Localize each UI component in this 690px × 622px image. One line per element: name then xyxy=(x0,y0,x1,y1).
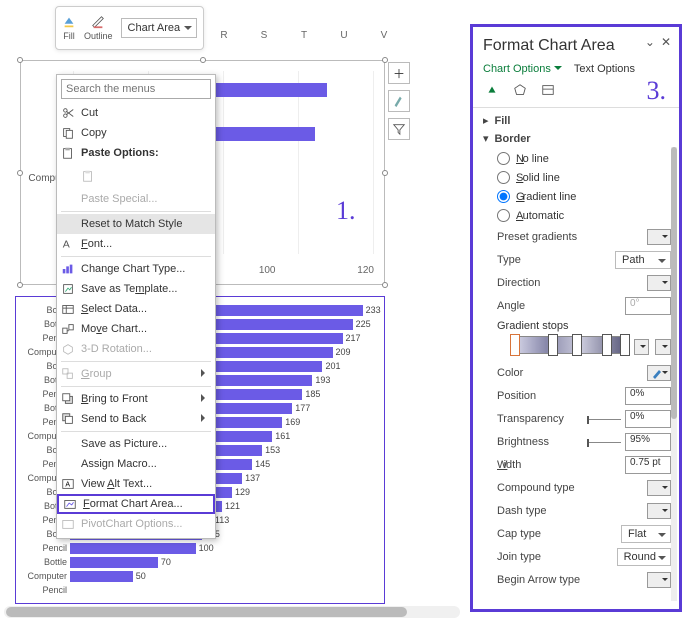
pane-scrollbar[interactable] xyxy=(671,147,677,601)
menu-paste-options-[interactable]: Paste Options: xyxy=(57,143,215,163)
direction-picker[interactable] xyxy=(647,275,671,291)
menu-search-input[interactable] xyxy=(61,79,211,99)
menu--d-rotation-: 3-D Rotation... xyxy=(57,339,215,359)
dash-type-picker[interactable] xyxy=(647,503,671,519)
position-input[interactable]: 0% xyxy=(625,387,671,405)
outline-label: Outline xyxy=(84,31,113,41)
bar-row: Pencil xyxy=(16,583,384,597)
format-pane: ⌄ ✕ Format Chart Area Chart Options Text… xyxy=(470,24,682,612)
preset-gradients-picker[interactable] xyxy=(647,229,671,245)
menu-font-[interactable]: AFont... xyxy=(57,234,215,254)
gradient-line-radio[interactable] xyxy=(497,190,510,203)
width-input[interactable]: 0.75 pt xyxy=(625,456,671,474)
fill-line-icon[interactable] xyxy=(485,83,499,97)
menu-cut[interactable]: Cut xyxy=(57,103,215,123)
menu-save-as-template-[interactable]: Save as Template... xyxy=(57,279,215,299)
effects-icon[interactable] xyxy=(513,83,527,97)
menu-format-chart-area-[interactable]: Format Chart Area... xyxy=(57,494,215,514)
menu-view-alt-text-[interactable]: AView Alt Text... xyxy=(57,474,215,494)
chart-mini-toolbar: Fill Outline Chart Area xyxy=(55,6,204,50)
no-line-radio[interactable] xyxy=(497,152,510,165)
chart-element-combo[interactable]: Chart Area xyxy=(121,18,197,38)
menu-move-chart-[interactable]: Move Chart... xyxy=(57,319,215,339)
pane-close-icon[interactable]: ✕ xyxy=(661,35,671,49)
chart-side-buttons: ＋ xyxy=(388,62,410,140)
brightness-input[interactable]: 95% xyxy=(625,433,671,451)
menu-save-as-picture-[interactable]: Save as Picture... xyxy=(57,434,215,454)
context-menu: CutCopyPaste Options: Paste Special... Res… xyxy=(56,74,216,539)
menu-send-to-back[interactable]: Send to Back xyxy=(57,409,215,429)
chart-elements-icon[interactable]: ＋ xyxy=(388,62,410,84)
join-type-combo[interactable]: Round xyxy=(617,548,671,566)
annotation-1: 1. xyxy=(336,196,356,226)
menu-group: Group xyxy=(57,364,215,384)
solid-line-radio[interactable] xyxy=(497,171,510,184)
pane-options-icon[interactable]: ⌄ xyxy=(645,35,655,49)
remove-stop-icon[interactable] xyxy=(655,339,671,355)
fill-button[interactable]: Fill xyxy=(62,15,76,41)
menu-paste-icon[interactable] xyxy=(57,163,215,189)
menu-change-chart-type-[interactable]: Change Chart Type... xyxy=(57,259,215,279)
bar-row: Bottle70 xyxy=(16,555,384,569)
svg-text:A: A xyxy=(65,482,70,489)
gradient-stops-slider[interactable] xyxy=(511,336,628,354)
bar-row: Pencil100 xyxy=(16,541,384,555)
compound-type-picker[interactable] xyxy=(647,480,671,496)
menu-paste-special-: Paste Special... xyxy=(57,189,215,209)
pane-title: Format Chart Area xyxy=(483,37,671,55)
menu-pivotchart-options-: PivotChart Options... xyxy=(57,514,215,534)
fill-label: Fill xyxy=(63,31,75,41)
angle-input: 0° xyxy=(625,297,671,315)
begin-arrow-picker[interactable] xyxy=(647,572,671,588)
menu-assign-macro-[interactable]: Assign Macro... xyxy=(57,454,215,474)
fill-section[interactable]: ▸Fill xyxy=(483,114,671,127)
menu-select-data-[interactable]: Select Data... xyxy=(57,299,215,319)
color-picker[interactable] xyxy=(647,365,671,381)
annotation-3: 3. xyxy=(647,76,667,106)
chart-styles-icon[interactable] xyxy=(388,90,410,112)
menu-bring-to-front[interactable]: Bring to Front xyxy=(57,389,215,409)
chart-filter-icon[interactable] xyxy=(388,118,410,140)
svg-text:A: A xyxy=(63,239,70,251)
gradient-type-combo[interactable]: Path xyxy=(615,251,671,269)
cap-type-combo[interactable]: Flat xyxy=(621,525,671,543)
border-section[interactable]: ▾Border xyxy=(483,132,671,145)
transparency-input[interactable]: 0% xyxy=(625,410,671,428)
chart-options-tab[interactable]: Chart Options xyxy=(483,63,562,75)
horizontal-scrollbar[interactable] xyxy=(4,606,460,618)
automatic-radio[interactable] xyxy=(497,209,510,222)
add-stop-icon[interactable] xyxy=(634,339,650,355)
bar-row: Computer50 xyxy=(16,569,384,583)
sheet-columns: RSTUV xyxy=(204,30,404,41)
menu-copy[interactable]: Copy xyxy=(57,123,215,143)
menu-reset-to-match-style[interactable]: Reset to Match Style xyxy=(57,214,215,234)
text-options-tab[interactable]: Text Options xyxy=(574,63,635,75)
outline-button[interactable]: Outline xyxy=(84,15,113,41)
size-props-icon[interactable] xyxy=(541,83,555,97)
